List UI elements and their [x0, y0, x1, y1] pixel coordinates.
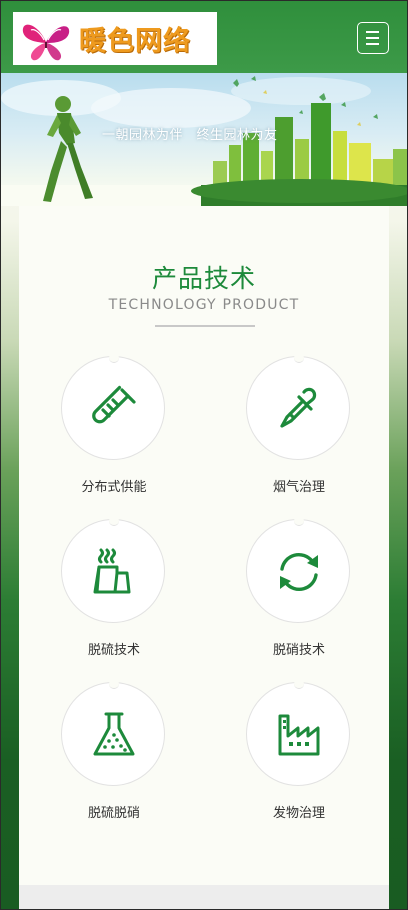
product-icon-circle [61, 353, 165, 460]
butterfly-icon [22, 24, 70, 60]
banner-slogan: 一朝园林为伴 终生园林为友 [102, 128, 278, 143]
section-divider [155, 325, 255, 327]
product-icon-circle [61, 679, 165, 786]
factory-icon [278, 714, 320, 756]
page-frame: 暖色网络 一朝园林为伴 终生园林为友 产品技术 TECHNOLOGY PRODU… [0, 0, 408, 910]
hero-banner: 一朝园林为伴 终生园林为友 [1, 73, 407, 206]
logo-text: 暖色网络 [79, 26, 191, 57]
section-title: 产品技术 [151, 264, 256, 293]
product-label: 脱硫脱硝 [87, 806, 140, 821]
product-label: 脱硝技术 [272, 643, 325, 658]
product-icon-circle [61, 516, 165, 623]
section-subtitle: TECHNOLOGY PRODUCT [108, 297, 300, 313]
dropper-icon [280, 387, 317, 428]
product-item-desulfurization-denitrification[interactable]: 脱硫脱硝 [49, 679, 179, 832]
product-item-distributed-energy[interactable]: 分布式供能 [49, 353, 179, 506]
product-label: 分布式供能 [81, 480, 147, 495]
product-icon-circle [246, 353, 350, 460]
product-item-denitrification[interactable]: 脱硝技术 [234, 516, 364, 669]
site-header: 暖色网络 [1, 1, 407, 73]
hamburger-menu-icon [366, 31, 379, 33]
product-panel: 产品技术 TECHNOLOGY PRODUCT 分布式供能 烟气治理 脱硫技术 … [19, 206, 389, 909]
flask-icon [93, 712, 135, 756]
site-logo[interactable]: 暖色网络 [13, 12, 217, 65]
factory-chimney-icon [93, 548, 131, 594]
product-label: 脱硫技术 [87, 643, 140, 658]
recycle-arrows-icon [280, 553, 318, 591]
product-label: 烟气治理 [272, 480, 325, 495]
product-icon-circle [246, 516, 350, 623]
panel-footer-strip [19, 885, 389, 909]
product-icon-circle [246, 679, 350, 786]
product-item-waste-treatment[interactable]: 发物治理 [234, 679, 364, 832]
menu-button[interactable] [357, 22, 389, 54]
test-tube-icon [92, 385, 136, 424]
product-label: 发物治理 [272, 806, 325, 821]
product-item-desulfurization[interactable]: 脱硫技术 [49, 516, 179, 669]
product-item-flue-gas[interactable]: 烟气治理 [234, 353, 364, 506]
